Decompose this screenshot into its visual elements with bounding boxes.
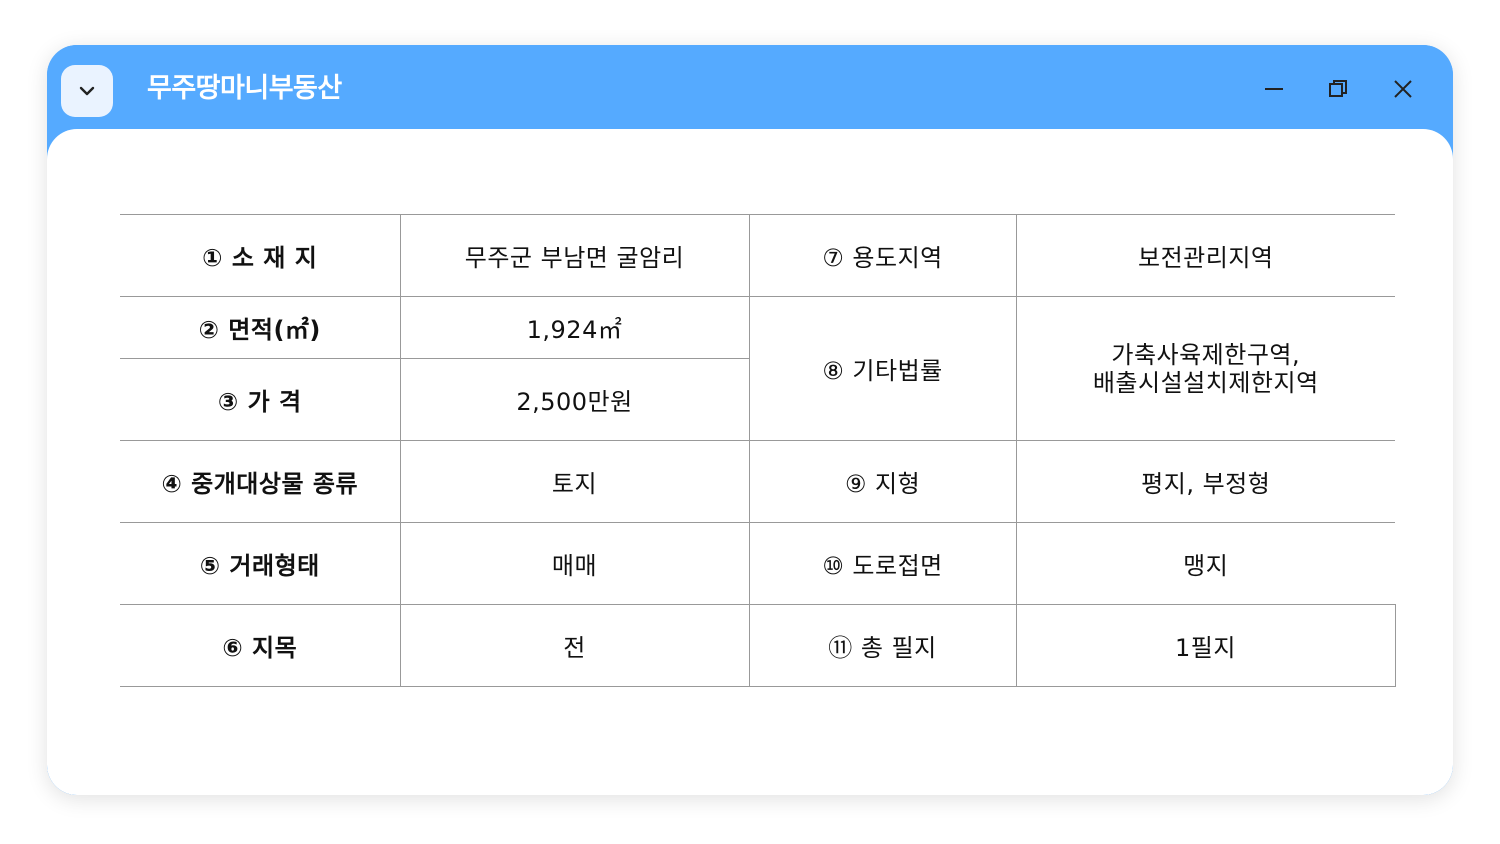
value-zoning: 보전관리지역 — [1015, 214, 1395, 297]
value-property-type: 토지 — [399, 440, 750, 523]
value-price: 2,500만원 — [399, 358, 749, 441]
menu-button[interactable] — [61, 65, 113, 117]
label-terrain: ⑨ 지형 — [748, 440, 1017, 523]
table-row: ② 면적(㎡) 1,924㎡ ⑧ 기타법률 가축사육제한구역, 배출시설설치제한… — [120, 296, 1395, 441]
close-button[interactable] — [1383, 69, 1423, 109]
label-road-frontage: ⑩ 도로접면 — [748, 522, 1017, 605]
value-land-category: 전 — [399, 604, 750, 687]
table-row: ① 소 재 지 무주군 부남면 굴암리 ⑦ 용도지역 보전관리지역 — [120, 214, 1395, 297]
other-laws-line-1: 가축사육제한구역, — [1111, 340, 1301, 369]
label-transaction-type: ⑤ 거래형태 — [120, 522, 401, 605]
minimize-button[interactable] — [1254, 69, 1294, 109]
value-location: 무주군 부남면 굴암리 — [399, 214, 750, 297]
value-transaction-type: 매매 — [399, 522, 750, 605]
value-area: 1,924㎡ — [399, 296, 750, 359]
content-area: ① 소 재 지 무주군 부남면 굴암리 ⑦ 용도지역 보전관리지역 ② 면적(㎡… — [47, 129, 1453, 795]
value-total-parcels: 1필지 — [1015, 604, 1396, 687]
property-info-table: ① 소 재 지 무주군 부남면 굴암리 ⑦ 용도지역 보전관리지역 ② 면적(㎡… — [120, 214, 1396, 687]
label-land-category: ⑥ 지목 — [120, 604, 401, 687]
table-row: ⑤ 거래형태 매매 ⑩ 도로접면 맹지 — [120, 522, 1395, 605]
value-road-frontage: 맹지 — [1015, 522, 1395, 605]
value-terrain: 평지, 부정형 — [1015, 440, 1395, 523]
other-laws-line-2: 배출시설설치제한지역 — [1092, 368, 1319, 397]
minimize-icon — [1265, 88, 1283, 90]
table-row: ⑥ 지목 전 ⑪ 총 필지 1필지 — [120, 604, 1396, 687]
title-bar: 무주땅마니부동산 — [47, 45, 1453, 135]
restore-icon — [1329, 80, 1347, 97]
chevron-down-icon — [79, 86, 95, 96]
window-title: 무주땅마니부동산 — [147, 73, 342, 104]
restore-button[interactable] — [1318, 69, 1358, 109]
label-area: ② 면적(㎡) — [120, 296, 401, 359]
table-row: ④ 중개대상물 종류 토지 ⑨ 지형 평지, 부정형 — [120, 440, 1395, 523]
label-zoning: ⑦ 용도지역 — [748, 214, 1017, 297]
value-other-laws: 가축사육제한구역, 배출시설설치제한지역 — [1015, 296, 1395, 441]
label-price: ③ 가 격 — [120, 358, 401, 441]
close-icon — [1394, 80, 1412, 98]
label-property-type: ④ 중개대상물 종류 — [120, 440, 401, 523]
label-other-laws: ⑧ 기타법률 — [748, 296, 1017, 441]
label-total-parcels: ⑪ 총 필지 — [748, 604, 1017, 687]
app-window: 무주땅마니부동산 ① 소 재 지 무주군 부남면 굴암리 ⑦ 용도지역 보전관리… — [47, 45, 1453, 795]
label-location: ① 소 재 지 — [120, 214, 401, 297]
